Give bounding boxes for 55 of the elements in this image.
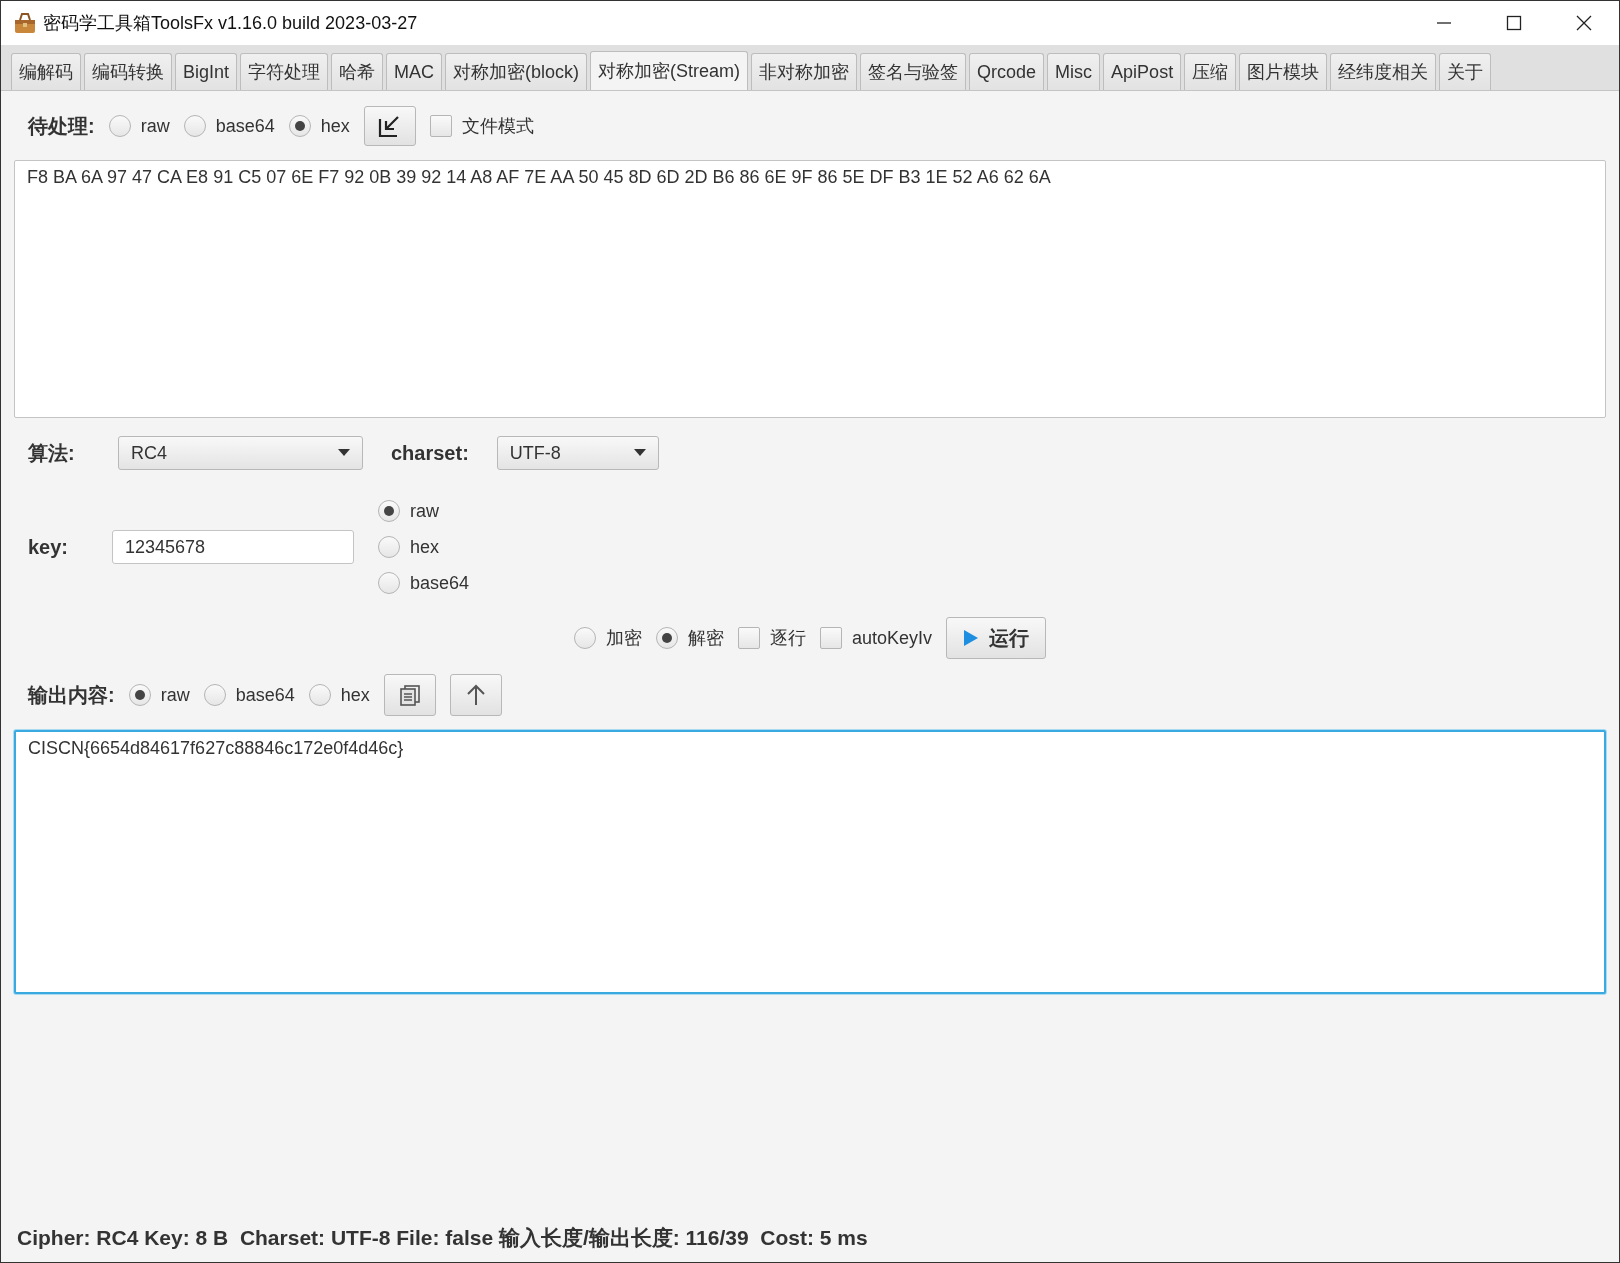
run-button[interactable]: 运行 xyxy=(946,617,1047,659)
radio-button[interactable]: raw xyxy=(378,500,470,522)
checkbox[interactable]: 文件模式 xyxy=(429,114,534,138)
tab[interactable]: 编码转换 xyxy=(84,53,172,90)
charset-dropdown[interactable]: UTF-8 xyxy=(496,436,659,470)
toolbox-icon xyxy=(13,12,37,34)
caret-icon xyxy=(633,449,646,457)
radio-button[interactable]: base64 xyxy=(183,115,275,137)
field-label: charset: xyxy=(391,441,469,465)
tab[interactable]: ApiPost xyxy=(1103,53,1182,90)
radio-button[interactable]: base64 xyxy=(378,572,470,594)
move-up-button[interactable] xyxy=(449,674,502,716)
tab[interactable]: 经纬度相关 xyxy=(1330,53,1437,90)
minimize-icon xyxy=(1436,22,1452,24)
tab[interactable]: 压缩 xyxy=(1184,53,1237,90)
tab[interactable]: MAC xyxy=(386,53,443,90)
window-title: 密码学工具箱ToolsFx v1.16.0 build 2023-03-27 xyxy=(43,12,418,35)
radio-button[interactable]: 加密 xyxy=(574,626,642,650)
close-icon xyxy=(1576,15,1592,31)
maximize-icon xyxy=(1506,15,1522,31)
key-field[interactable]: 12345678 xyxy=(112,530,354,564)
tab[interactable]: 关于 xyxy=(1439,53,1492,90)
status-text: Cipher: RC4 Key: 8 B Charset: UTF-8 File: false 输入长度/输出长度: 116/39 Cost: 5 ms xyxy=(16,1225,869,1251)
caret-icon xyxy=(338,449,350,457)
tab[interactable]: 字符处理 xyxy=(240,53,329,90)
tab[interactable]: 对称加密(Stream) xyxy=(590,51,749,90)
checkbox[interactable]: 逐行 xyxy=(738,626,806,650)
tab[interactable]: Qrcode xyxy=(969,53,1045,90)
radio-button[interactable]: hex xyxy=(378,536,470,558)
copy-button[interactable] xyxy=(383,674,436,716)
import-button[interactable] xyxy=(363,106,416,146)
tab[interactable]: 对称加密(block) xyxy=(445,53,588,90)
field-label: key: xyxy=(28,535,70,559)
output-field[interactable]: CISCN{6654d84617f627c88846c172e0f4d46c} xyxy=(14,730,1606,994)
field-label: 输出内容: xyxy=(28,682,115,708)
field-label: 算法: xyxy=(28,440,76,466)
tab[interactable]: BigInt xyxy=(175,53,238,90)
radio-button[interactable]: 解密 xyxy=(656,626,724,650)
copy-icon xyxy=(397,683,422,707)
tab[interactable]: 哈希 xyxy=(331,53,384,90)
radio-button[interactable]: hex xyxy=(308,684,370,706)
tab[interactable]: Misc xyxy=(1047,53,1101,90)
tab[interactable]: 签名与验签 xyxy=(860,53,967,90)
radio-button[interactable]: base64 xyxy=(203,684,295,706)
input-field[interactable]: F8 BA 6A 97 47 CA E8 91 C5 07 6E F7 92 0B 39 92 14 A8 AF 7E AA 50 45 8D 6D 2D B6 86 6E 9F 86 5E DF B3 1E 52 A6 62 6A xyxy=(14,160,1606,418)
radio-button[interactable]: hex xyxy=(288,115,350,137)
tab[interactable]: 图片模块 xyxy=(1239,53,1328,90)
tab[interactable]: 非对称加密 xyxy=(751,53,858,90)
checkbox[interactable]: autoKeyIv xyxy=(820,627,933,649)
radio-button[interactable]: raw xyxy=(128,684,190,706)
play-icon xyxy=(963,629,980,647)
tab[interactable]: 编解码 xyxy=(11,53,81,90)
radio-button[interactable]: raw xyxy=(108,115,170,137)
field-label: 待处理: xyxy=(28,113,95,139)
algorithm-dropdown[interactable]: RC4 xyxy=(118,436,363,470)
